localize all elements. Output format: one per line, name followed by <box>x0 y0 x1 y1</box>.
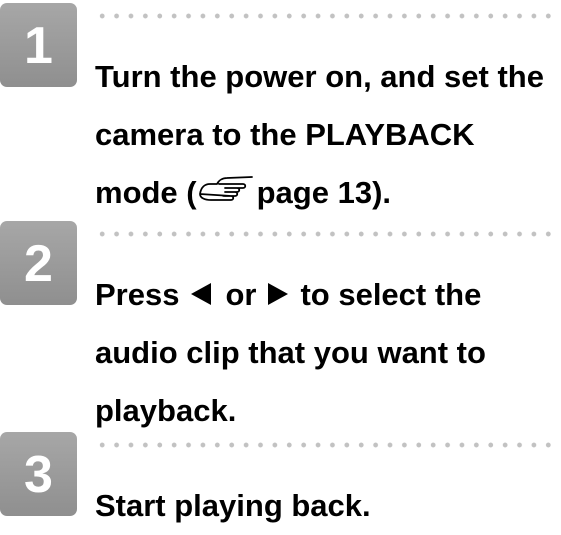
step-number: 3 <box>24 446 53 504</box>
step-number-badge: 1 <box>0 3 77 87</box>
step-text: Start playing back. <box>95 477 561 535</box>
step-number-badge: 3 <box>0 432 77 516</box>
step-number-badge: 2 <box>0 221 77 305</box>
step-text: Turn the power on, and set the camera to… <box>95 48 561 222</box>
step-number: 1 <box>24 17 53 75</box>
or-label: or <box>225 277 257 312</box>
step-text-line: Turn the power on, and set the <box>95 59 544 94</box>
step-text-line: audio clip that you want to <box>95 335 486 370</box>
press-label: Press <box>95 277 180 312</box>
right-arrow-icon <box>268 282 289 305</box>
pointing-hand-icon <box>198 175 253 201</box>
step-text-line: Press or to select the <box>95 266 561 324</box>
select-label: to select the <box>300 277 482 312</box>
step-text-fragment: mode ( <box>95 175 197 210</box>
dotted-divider <box>95 13 557 19</box>
dotted-divider <box>95 442 557 448</box>
left-arrow-icon <box>191 282 212 305</box>
step-text-line: Start playing back. <box>95 488 371 523</box>
step-text-fragment: page 13). <box>256 175 392 210</box>
step-text-line: camera to the PLAYBACK <box>95 117 475 152</box>
dotted-divider <box>95 231 557 237</box>
step-number: 2 <box>24 235 53 293</box>
step-text: Press or to select the audio clip that you… <box>95 266 561 440</box>
step-text-line: mode ( page 13). <box>95 164 561 222</box>
step-text-line: playback. <box>95 393 237 428</box>
